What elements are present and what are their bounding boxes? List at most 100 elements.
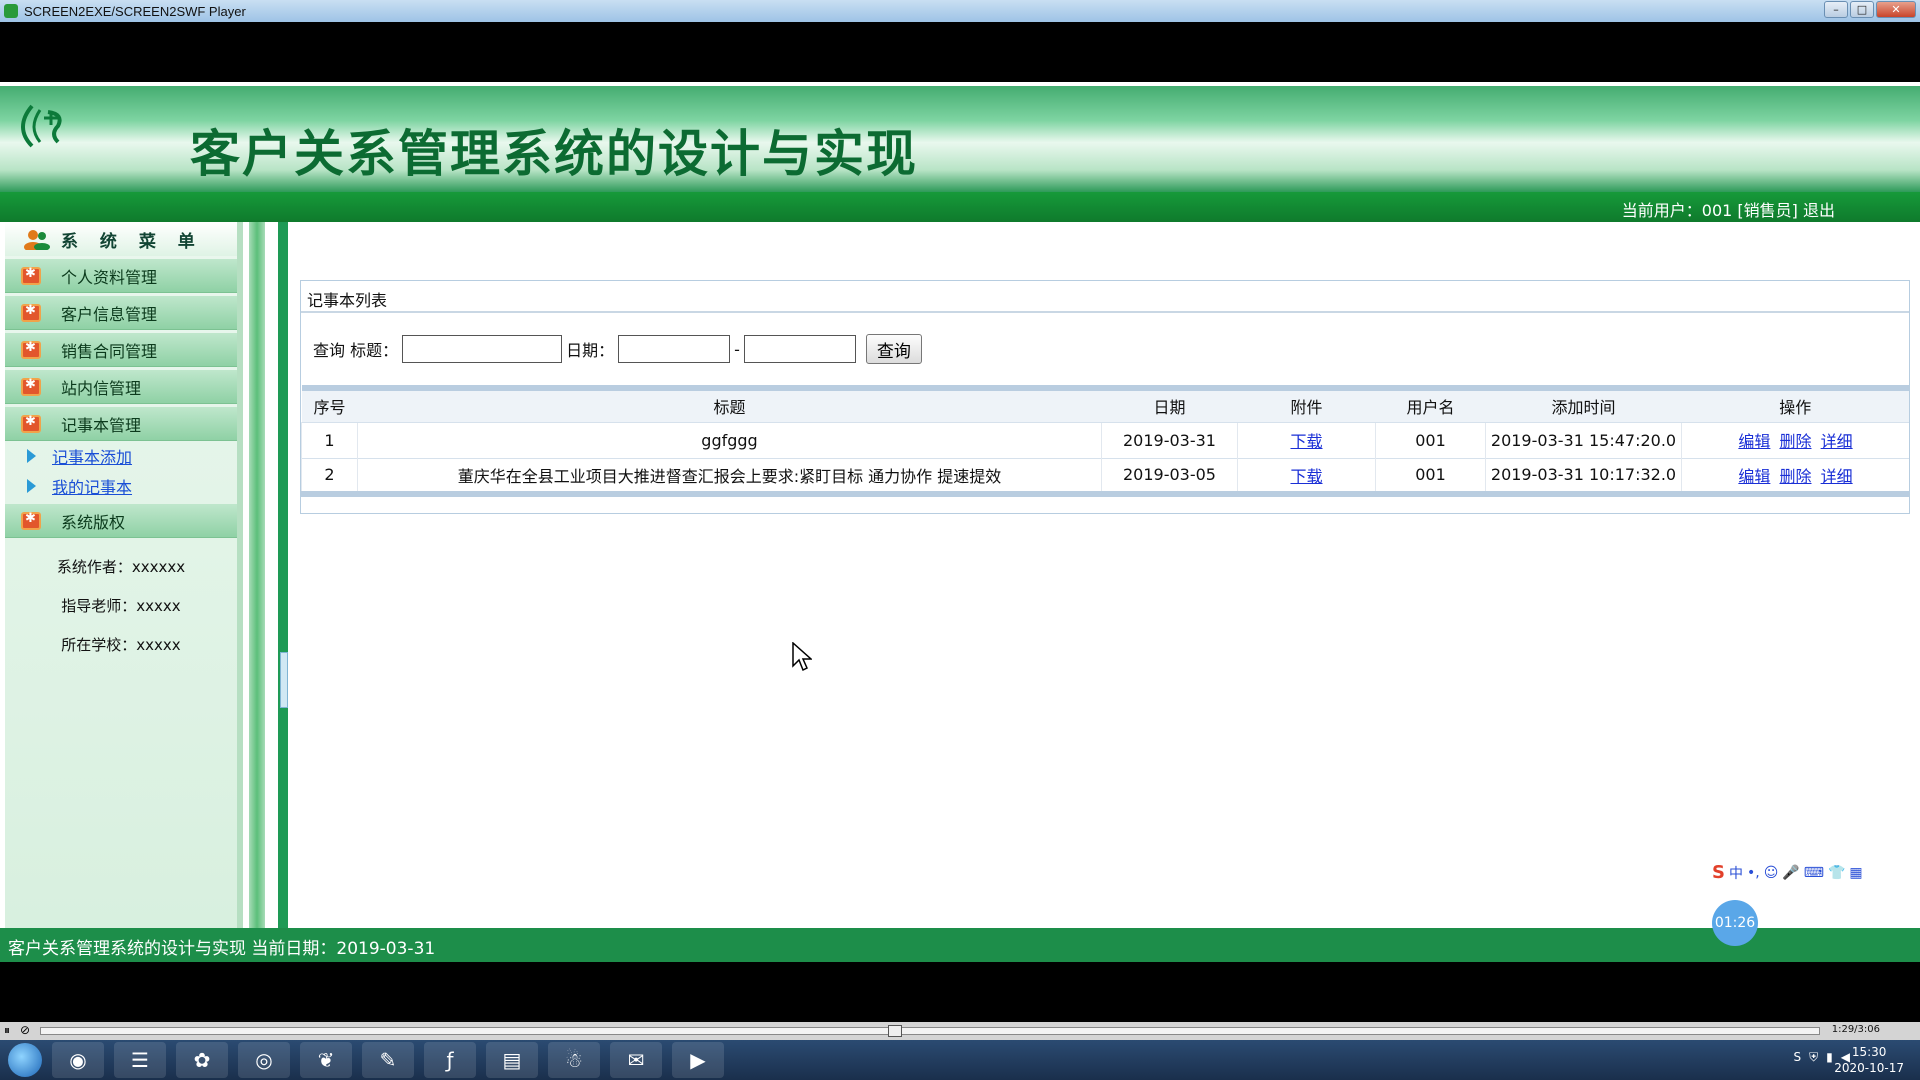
notepad-icon[interactable]: ✎ xyxy=(362,1042,414,1078)
current-user-info[interactable]: 当前用户：001 [销售员] 退出 xyxy=(1622,197,1835,221)
qq-icon[interactable]: ☃ xyxy=(548,1042,600,1078)
app-stage: 客户关系管理系统的设计与实现 当前用户：001 [销售员] 退出 系 统 菜 单… xyxy=(0,82,1920,962)
sidebar-item-messages[interactable]: 站内信管理 xyxy=(5,370,237,404)
ime-skin-icon[interactable]: 👕 xyxy=(1828,865,1845,881)
download-link[interactable]: 下载 xyxy=(1290,432,1322,451)
detail-link[interactable]: 详细 xyxy=(1821,467,1853,486)
search-bar: 查询 标题： 日期： - 查询 xyxy=(301,313,1909,385)
mouse-cursor-icon xyxy=(792,642,812,672)
recording-timer-badge[interactable]: 01:26 xyxy=(1712,900,1758,946)
network-app-icon[interactable]: ✿ xyxy=(176,1042,228,1078)
users-icon xyxy=(24,230,50,250)
sidebar-item-copyright[interactable]: 系统版权 xyxy=(5,504,237,538)
sidebar-item-notebook[interactable]: 记事本管理 xyxy=(5,407,237,441)
sidebar-item-label: 记事本管理 xyxy=(61,415,142,435)
sidebar-subitem-add-note[interactable]: 记事本添加 xyxy=(5,441,237,471)
cell-attachment: 下载 xyxy=(1237,457,1376,497)
date-to-input[interactable] xyxy=(743,335,856,363)
player-progress-thumb[interactable] xyxy=(888,1025,902,1037)
date-from-input[interactable] xyxy=(618,335,731,363)
sidebar-item-customers[interactable]: 客户信息管理 xyxy=(5,296,237,330)
ime-punct-icon[interactable]: •, xyxy=(1747,865,1760,881)
window-title: SCREEN2EXE/SCREEN2SWF Player xyxy=(24,3,246,19)
user-bar: 当前用户：001 [销售员] 退出 xyxy=(0,192,1920,222)
chrome-icon[interactable]: ◉ xyxy=(52,1042,104,1078)
detail-link[interactable]: 详细 xyxy=(1821,432,1853,451)
leaf-app-icon[interactable]: ❦ xyxy=(300,1042,352,1078)
tray-security-icon[interactable]: ⛨ xyxy=(1809,1050,1818,1065)
taskbar-date: 2020-10-17 xyxy=(1834,1061,1904,1075)
date-range-dash: - xyxy=(734,339,740,359)
flash-icon[interactable]: ƒ xyxy=(424,1042,476,1078)
ime-keyboard-icon[interactable]: ⌨ xyxy=(1804,865,1824,881)
stop-icon[interactable]: ⊘ xyxy=(20,1023,30,1037)
ime-grid-icon[interactable]: ▦ xyxy=(1849,865,1862,881)
ime-toolbar[interactable]: S 中 •, ☺ 🎤 ⌨ 👕 ▦ xyxy=(1712,862,1863,883)
player-taskbar-icon[interactable]: ▶ xyxy=(672,1042,724,1078)
ime-language-label[interactable]: 中 xyxy=(1729,863,1743,883)
menu-item-icon xyxy=(21,266,41,285)
minimize-button[interactable]: – xyxy=(1824,1,1848,18)
sidebar-item-label: 销售合同管理 xyxy=(61,341,158,361)
menu-item-icon xyxy=(21,414,41,433)
table-header-row: 序号 标题 日期 附件 用户名 添加时间 操作 xyxy=(301,388,1909,422)
taskbar-time: 15:30 xyxy=(1851,1045,1887,1059)
site-header: 客户关系管理系统的设计与实现 xyxy=(0,82,1920,192)
ime-mic-icon[interactable]: 🎤 xyxy=(1782,865,1799,881)
school-info: 所在学校：xxxxx xyxy=(61,636,181,654)
file-explorer-icon[interactable]: ▤ xyxy=(486,1042,538,1078)
download-link[interactable]: 下载 xyxy=(1290,467,1322,486)
advisor-info: 指导老师：xxxxx xyxy=(61,597,181,615)
search-title-label: 查询 标题： xyxy=(313,341,399,360)
column-header: 添加时间 xyxy=(1551,398,1616,418)
page-footer: 客户关系管理系统的设计与实现 当前日期：2019-03-31 xyxy=(0,928,1920,962)
tray-network-icon[interactable]: ▮ xyxy=(1826,1050,1833,1065)
close-button[interactable]: ✕ xyxy=(1876,1,1916,18)
sidebar-subitem-label[interactable]: 我的记事本 xyxy=(52,474,132,498)
start-button-icon[interactable] xyxy=(8,1043,42,1077)
edit-link[interactable]: 编辑 xyxy=(1738,467,1770,486)
pause-icon[interactable]: ⏸ xyxy=(4,1023,10,1038)
player-time: 1:29/3:06 xyxy=(1831,1024,1880,1035)
column-header: 序号 xyxy=(313,398,346,418)
wechat-icon[interactable]: ✉ xyxy=(610,1042,662,1078)
maximize-button[interactable]: □ xyxy=(1850,1,1874,18)
sidebar-item-contracts[interactable]: 销售合同管理 xyxy=(5,333,237,367)
cell-title: 董庆华在全县工业项目大推进督查汇报会上要求:紧盯目标 通力协作 提速提效 xyxy=(357,457,1102,497)
sidebar-item-profile[interactable]: 个人资料管理 xyxy=(5,259,237,293)
browser-icon[interactable]: ◎ xyxy=(238,1042,290,1078)
sidebar-item-label: 站内信管理 xyxy=(61,378,142,398)
cell-user: 001 xyxy=(1375,457,1486,497)
title-search-input[interactable] xyxy=(402,335,563,363)
cell-no: 1 xyxy=(301,421,358,458)
cell-title: ggfggg xyxy=(357,421,1102,458)
edit-link[interactable]: 编辑 xyxy=(1738,432,1770,451)
sidebar-toggle-handle[interactable] xyxy=(280,652,288,708)
delete-link[interactable]: 删除 xyxy=(1779,432,1811,451)
sidebar-subitem-label[interactable]: 记事本添加 xyxy=(52,444,132,468)
author-info: 系统作者：xxxxxx xyxy=(56,558,186,576)
taskbar-clock[interactable]: 15:30 2020-10-17 xyxy=(1834,1044,1904,1076)
ime-logo-icon[interactable]: S xyxy=(1712,862,1725,883)
cell-date: 2019-03-05 xyxy=(1101,457,1238,497)
menu-item-icon xyxy=(21,377,41,396)
window-controls: – □ ✕ xyxy=(1824,1,1916,18)
eclipse-icon[interactable]: ☰ xyxy=(114,1042,166,1078)
menu-item-icon xyxy=(21,511,41,530)
column-header: 操作 xyxy=(1779,398,1812,418)
player-progress-track[interactable] xyxy=(40,1027,1820,1035)
player-app-icon xyxy=(4,4,18,18)
sidebar-item-label: 个人资料管理 xyxy=(61,267,158,287)
date-label: 日期： xyxy=(566,341,615,360)
sidebar-subitem-my-notes[interactable]: 我的记事本 xyxy=(5,471,237,501)
site-logo-icon xyxy=(21,104,62,148)
tray-ime-icon[interactable]: S xyxy=(1794,1050,1802,1065)
cell-added-time: 2019-03-31 15:47:20.0 xyxy=(1485,421,1682,458)
delete-link[interactable]: 删除 xyxy=(1779,467,1811,486)
table-row: 1 ggfggg 2019-03-31 下载 001 2019-03-31 15… xyxy=(301,421,1909,458)
table-row: 2 董庆华在全县工业项目大推进督查汇报会上要求:紧盯目标 通力协作 提速提效 2… xyxy=(301,457,1909,497)
panel-title: 记事本列表 xyxy=(301,281,1909,313)
ime-emoji-icon[interactable]: ☺ xyxy=(1764,865,1779,881)
notebook-table: 序号 标题 日期 附件 用户名 添加时间 操作 1 ggfggg 2019-03… xyxy=(301,385,1909,497)
search-button[interactable]: 查询 xyxy=(865,334,922,364)
